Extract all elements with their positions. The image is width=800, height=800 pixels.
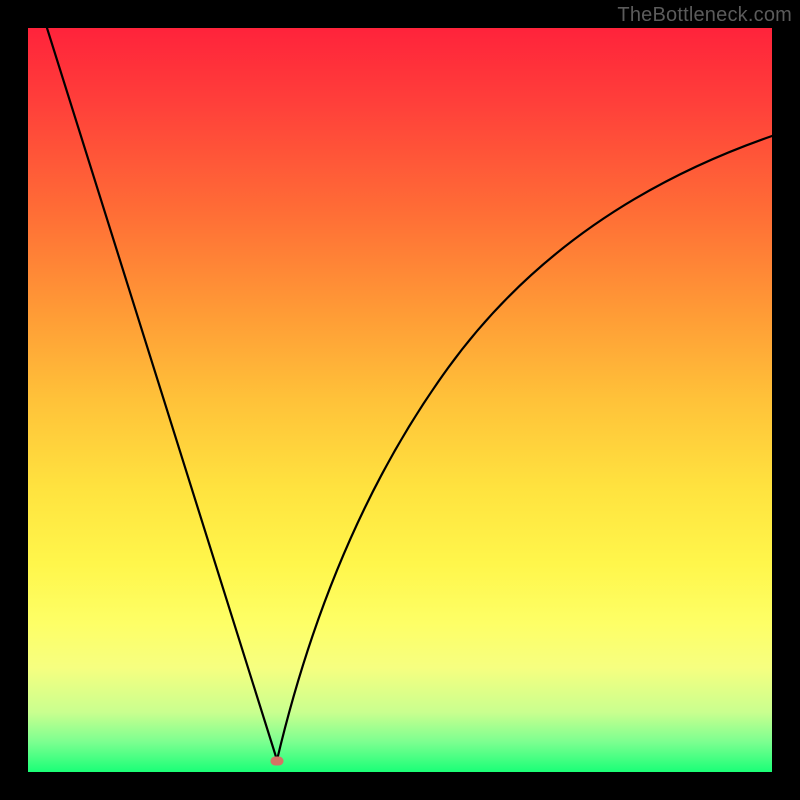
curve-right-branch xyxy=(277,136,772,760)
curve-left-branch xyxy=(47,28,277,760)
optimal-point-marker xyxy=(271,756,284,765)
curve-svg xyxy=(28,28,772,772)
chart-frame: TheBottleneck.com xyxy=(0,0,800,800)
plot-area xyxy=(28,28,772,772)
watermark-text: TheBottleneck.com xyxy=(617,4,792,27)
